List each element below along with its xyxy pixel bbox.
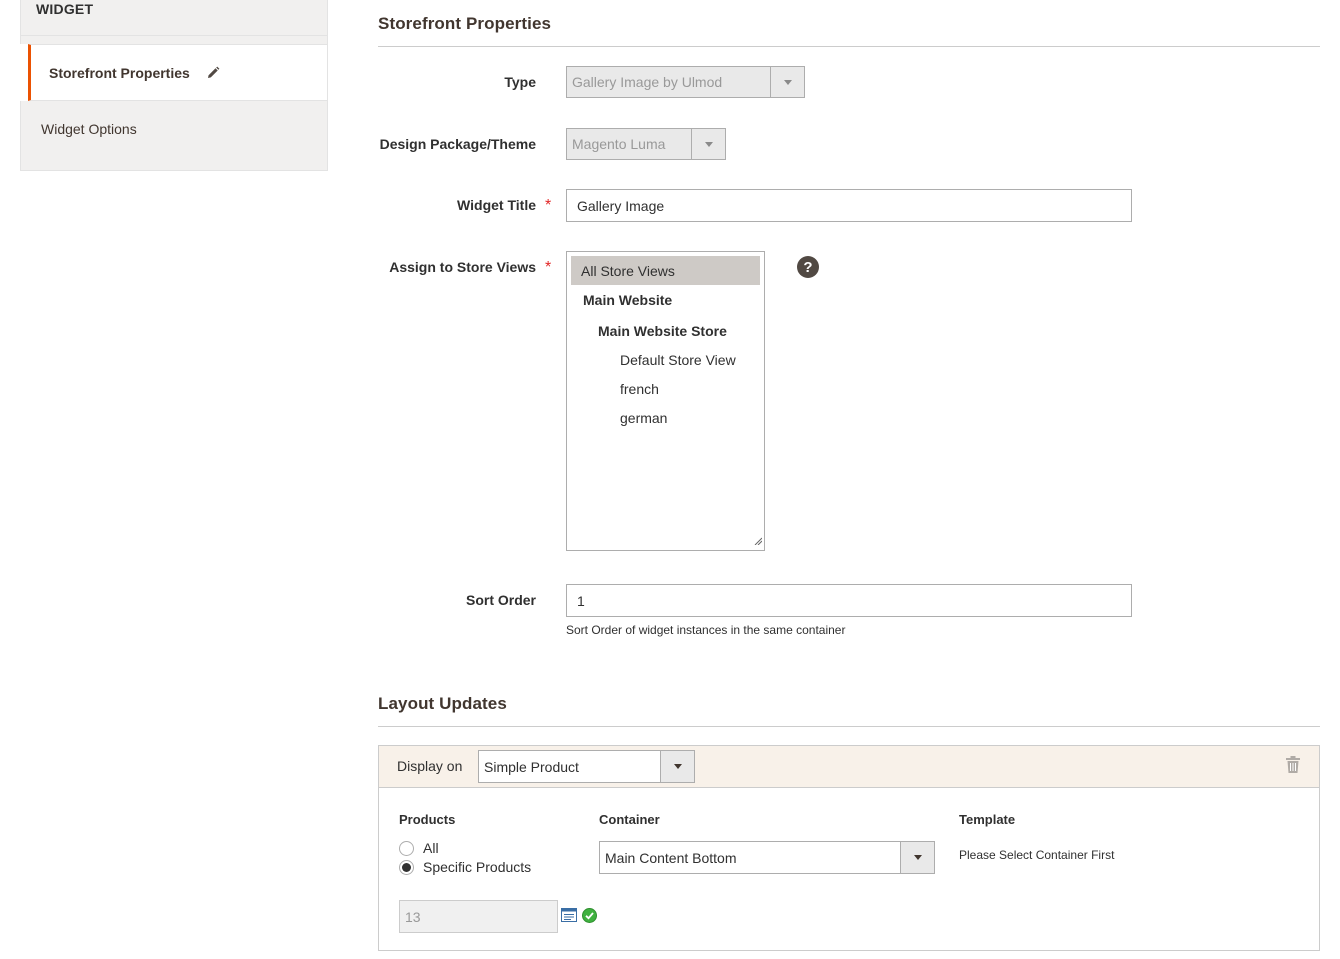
theme-select-value: Magento Luma bbox=[572, 136, 666, 152]
sidebar-item-label: Storefront Properties bbox=[49, 64, 190, 81]
trash-icon[interactable] bbox=[1285, 756, 1301, 777]
widget-title-input[interactable]: Gallery Image bbox=[566, 189, 1132, 222]
theme-row: Design Package/Theme Magento Luma bbox=[378, 128, 1320, 160]
type-select-value: Gallery Image by Ulmod bbox=[572, 74, 723, 90]
chooser-icon[interactable] bbox=[561, 908, 577, 925]
type-select[interactable]: Gallery Image by Ulmod bbox=[566, 66, 805, 98]
type-row: Type Gallery Image by Ulmod bbox=[378, 66, 1320, 98]
radio-all-label: All bbox=[423, 840, 439, 856]
layout-update-panel-header: Display on Simple Product bbox=[379, 746, 1319, 788]
sidebar-item-storefront-properties[interactable]: Storefront Properties bbox=[28, 44, 328, 101]
sidebar-item-widget-options[interactable]: Widget Options bbox=[20, 101, 328, 171]
container-value: Main Content Bottom bbox=[605, 849, 737, 866]
sort-order-input[interactable]: 1 bbox=[566, 584, 1132, 617]
display-on-select[interactable]: Simple Product bbox=[478, 750, 695, 783]
chevron-down-icon bbox=[691, 129, 725, 159]
option-default-store-view[interactable]: Default Store View bbox=[571, 345, 760, 374]
store-views-row: Assign to Store Views * All Store Views … bbox=[378, 251, 1320, 551]
option-french[interactable]: french bbox=[571, 374, 760, 403]
chevron-down-icon bbox=[660, 751, 694, 782]
product-ids-input[interactable]: 13 bbox=[399, 900, 558, 933]
display-on-value: Simple Product bbox=[484, 758, 579, 775]
widget-title-label: Widget Title bbox=[457, 197, 536, 213]
layout-updates-header: Layout Updates bbox=[378, 680, 1320, 727]
widget-title-value: Gallery Image bbox=[577, 197, 665, 214]
container-header: Container bbox=[599, 812, 660, 827]
template-note: Please Select Container First bbox=[959, 848, 1115, 862]
resize-handle-icon[interactable] bbox=[754, 532, 763, 548]
option-all-store-views[interactable]: All Store Views bbox=[571, 256, 760, 285]
sidebar-spacer bbox=[20, 36, 328, 44]
products-header: Products bbox=[399, 812, 456, 827]
sort-order-label: Sort Order bbox=[465, 592, 536, 608]
theme-label: Design Package/Theme bbox=[379, 136, 536, 152]
pencil-icon bbox=[206, 66, 220, 80]
template-header: Template bbox=[959, 812, 1016, 827]
radio-specific-products[interactable]: Specific Products bbox=[399, 859, 531, 875]
sort-order-note: Sort Order of widget instances in the sa… bbox=[566, 623, 846, 637]
product-ids-value: 13 bbox=[405, 908, 421, 925]
sidebar-heading: WIDGET bbox=[20, 0, 328, 36]
optgroup-main-website: Main Website bbox=[583, 291, 673, 308]
store-views-label: Assign to Store Views bbox=[389, 259, 536, 275]
radio-all[interactable]: All bbox=[399, 840, 439, 856]
required-marker: * bbox=[545, 259, 552, 276]
display-on-label: Display on bbox=[397, 758, 463, 774]
type-label: Type bbox=[504, 74, 536, 90]
theme-select[interactable]: Magento Luma bbox=[566, 128, 726, 160]
radio-all-button[interactable] bbox=[399, 840, 414, 856]
radio-specific-button[interactable] bbox=[399, 859, 414, 875]
sidebar-item-label: Widget Options bbox=[41, 120, 137, 137]
apply-check-icon[interactable] bbox=[582, 908, 597, 926]
layout-update-panel: Display on Simple Product Products Conta… bbox=[378, 745, 1320, 951]
storefront-properties-title: Storefront Properties bbox=[378, 0, 1320, 47]
sidebar: WIDGET Storefront Properties Widget Opti… bbox=[20, 0, 328, 171]
main-content: Storefront Properties Type Gallery Image… bbox=[378, 0, 1320, 951]
radio-specific-label: Specific Products bbox=[423, 859, 532, 875]
help-icon[interactable]: ? bbox=[797, 256, 819, 278]
optgroup-main-website-store: Main Website Store bbox=[598, 322, 727, 339]
chevron-down-icon bbox=[770, 67, 804, 97]
sort-order-value: 1 bbox=[577, 592, 585, 609]
container-select[interactable]: Main Content Bottom bbox=[599, 841, 935, 874]
store-views-multiselect[interactable]: All Store Views Main Website Main Websit… bbox=[566, 251, 765, 551]
required-marker: * bbox=[545, 197, 552, 214]
chevron-down-icon bbox=[900, 842, 934, 873]
layout-updates-title: Layout Updates bbox=[378, 680, 1320, 727]
option-german[interactable]: german bbox=[571, 403, 760, 432]
